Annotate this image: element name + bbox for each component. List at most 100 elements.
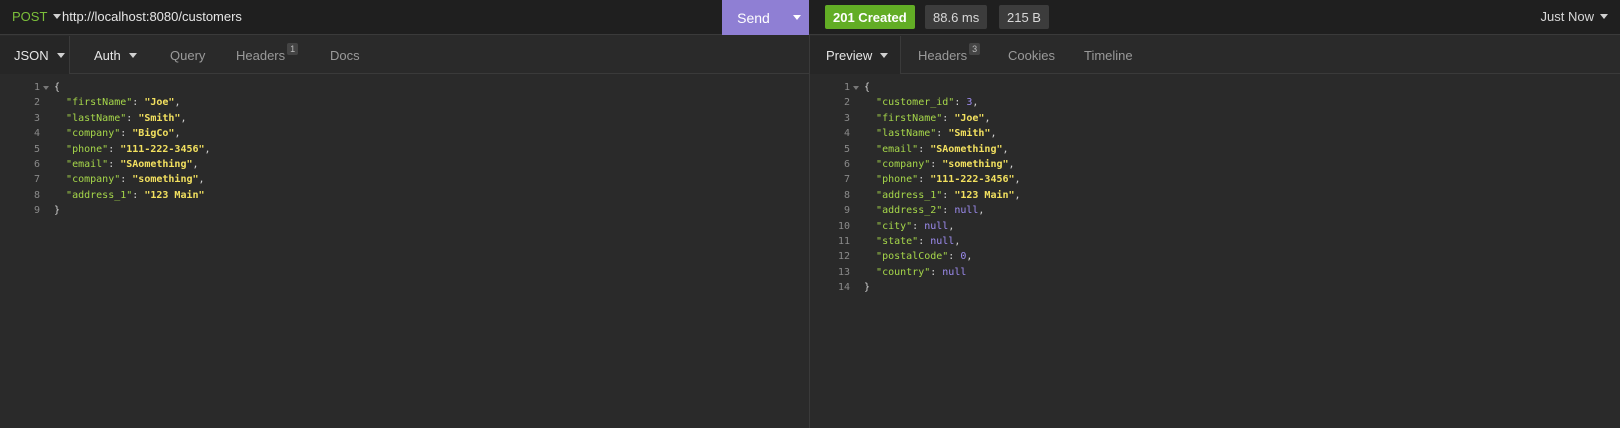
code-line: 1{ [810,80,1620,95]
code-line: 9} [0,203,809,218]
url-input[interactable]: http://localhost:8080/customers [62,9,242,24]
json-value: "SAomething" [930,143,1003,155]
tab-response-headers[interactable]: Headers 3 [918,36,981,74]
request-body-editor[interactable]: 1{2 "firstName": "Joe", 3 "lastName": "Sm… [0,80,809,219]
code-text: "state": null, [876,235,961,247]
json-value: "Joe" [144,97,175,109]
json-comma: , [204,143,211,155]
json-key: "company" [66,128,121,140]
response-meta-bar: 201 Created 88.6 ms 215 B Just Now [810,0,1620,35]
tab-query[interactable]: Query [170,36,205,74]
json-key: "lastName" [876,128,937,140]
line-number: 11 [837,235,850,247]
json-value: "Joe" [954,112,985,124]
code-line: 1{ [0,80,809,95]
line-number: 7 [843,174,850,186]
json-key: "phone" [876,174,919,186]
fold-caret-icon[interactable] [853,86,859,90]
code-text: "email": "SAomething", [66,158,199,170]
json-key: "postalCode" [876,251,949,263]
tab-preview[interactable]: Preview [810,36,901,74]
send-options-button[interactable] [785,0,809,35]
code-text: "firstName": "Joe", [876,112,991,124]
tab-label: Docs [330,47,360,63]
json-value: "111-222-3456" [120,143,205,155]
history-label: Just Now [1540,9,1594,24]
tab-timeline[interactable]: Timeline [1084,36,1133,74]
code-text: } [864,280,870,295]
line-number: 5 [33,143,40,155]
code-text: "phone": "111-222-3456", [876,174,1021,186]
json-key: "firstName" [66,97,133,109]
json-key: "company" [66,174,121,186]
json-comma: , [990,128,997,140]
code-line: 3 "firstName": "Joe", [810,111,1620,126]
response-size-badge: 215 B [999,5,1049,29]
line-number: 2 [33,97,40,109]
code-line: 6 "email": "SAomething", [0,157,809,172]
json-brace: { [54,82,61,93]
send-button-group: Send [722,0,809,35]
code-text: "postalCode": 0, [876,251,973,263]
json-comma: , [966,251,973,263]
json-key: "email" [66,158,109,170]
json-key: "address_2" [876,205,943,217]
json-comma: , [972,97,979,109]
line-number: 1 [33,82,40,93]
code-text: "lastName": "Smith", [66,112,187,124]
code-line: 8 "address_1": "123 Main", [810,188,1620,203]
json-comma: , [978,205,985,217]
code-line: 11 "state": null, [810,234,1620,249]
code-line: 2 "customer_id": 3, [810,95,1620,110]
code-line: 7 "company": "something", [0,172,809,187]
code-text: "address_1": "123 Main" [66,189,205,201]
line-number: 9 [843,205,850,217]
json-value: null [924,220,949,232]
json-key: "lastName" [66,112,127,124]
code-line: 12 "postalCode": 0, [810,249,1620,264]
line-number: 13 [837,266,850,278]
tab-label: Headers [236,47,286,63]
tab-auth[interactable]: Auth [94,36,137,74]
fold-caret-icon[interactable] [43,86,49,90]
send-button[interactable]: Send [722,10,785,26]
json-brace: } [54,205,61,217]
json-value: null [930,235,955,247]
code-text: { [54,80,60,95]
history-dropdown[interactable]: Just Now [1541,9,1608,24]
line-number: 2 [843,97,850,109]
code-text: { [864,80,870,95]
line-number: 7 [33,174,40,186]
code-line: 3 "lastName": "Smith", [0,111,809,126]
code-line: 7 "phone": "111-222-3456", [810,172,1620,187]
code-line: 14} [810,280,1620,295]
json-value: "BigCo" [132,128,175,140]
json-value: "123 Main" [144,189,205,201]
json-key: "state" [876,235,919,247]
json-key: "email" [876,143,919,155]
json-value: null [954,205,979,217]
tab-headers[interactable]: Headers 1 [236,36,299,74]
headers-count-badge: 1 [287,43,299,55]
tab-body-json[interactable]: JSON [0,36,70,74]
tab-cookies[interactable]: Cookies [1008,36,1055,74]
line-number: 1 [843,82,850,93]
response-body-viewer: 1{2 "customer_id": 3, 3 "firstName": "Joe… [810,80,1620,295]
code-line: 8 "address_1": "123 Main" [0,188,809,203]
tab-label: Query [170,47,206,63]
json-key: "address_1" [66,189,133,201]
tab-docs[interactable]: Docs [330,36,360,74]
line-number: 14 [837,282,850,294]
code-text: "email": "SAomething", [876,143,1009,155]
status-badge: 201 Created [825,5,915,29]
chevron-down-icon [56,52,65,58]
code-line: 2 "firstName": "Joe", [0,95,809,110]
json-comma: , [984,112,991,124]
json-value: "something" [132,174,199,186]
chevron-down-icon [53,14,62,19]
line-number: 6 [843,158,850,170]
json-key: "firstName" [876,112,943,124]
code-line: 10 "city": null, [810,219,1620,234]
method-dropdown[interactable]: POST [12,9,62,24]
tab-label: Preview [826,47,873,63]
